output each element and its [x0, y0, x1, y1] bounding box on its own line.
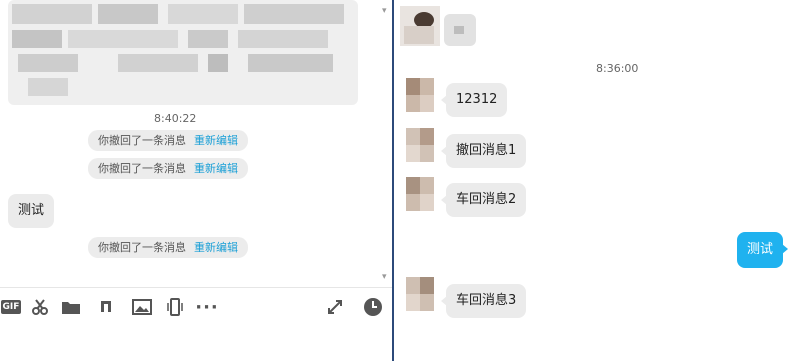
re-edit-link[interactable]: 重新编辑	[194, 134, 238, 147]
recall-text: 你撤回了一条消息	[98, 241, 186, 254]
avatar[interactable]	[400, 6, 440, 46]
avatar[interactable]	[406, 177, 434, 211]
re-edit-link[interactable]: 重新编辑	[194, 162, 238, 175]
blurred-message	[8, 0, 358, 105]
more-label: ···	[195, 296, 219, 318]
gif-icon[interactable]: GIF	[0, 296, 22, 318]
message-text: 12312	[456, 92, 498, 107]
message-text: 测试	[747, 242, 774, 257]
image-icon[interactable]	[131, 296, 153, 318]
left-chat-pane: ▾ 8:40:22 你撤回了一条消息 重新编辑 你撤回了一条消息 重新编辑 测试 你…	[0, 0, 392, 361]
message-bubble[interactable]: 撤回消息1	[441, 134, 527, 168]
clock-history-icon[interactable]	[362, 296, 384, 318]
folder-icon[interactable]	[60, 296, 82, 318]
right-timestamp: 8:36:00	[596, 62, 639, 75]
scroll-up-icon[interactable]: ▾	[382, 6, 387, 16]
re-edit-link[interactable]: 重新编辑	[194, 241, 238, 254]
left-timestamp: 8:40:22	[154, 112, 197, 125]
message-text: 测试	[18, 203, 45, 218]
more-icon[interactable]: ···	[195, 296, 219, 318]
music-note-icon[interactable]	[94, 296, 116, 318]
message-bubble[interactable]: 车回消息2	[441, 183, 527, 217]
message-bubble[interactable]: 12312	[441, 83, 508, 117]
toolbar-divider	[0, 287, 392, 288]
recall-notice: 你撤回了一条消息 重新编辑	[88, 158, 248, 179]
self-message-bubble[interactable]: 测试	[737, 232, 789, 268]
message-text: 车回消息3	[456, 293, 517, 308]
phone-vibrate-icon[interactable]	[164, 296, 186, 318]
scissors-icon[interactable]	[29, 296, 51, 318]
avatar[interactable]	[406, 78, 434, 112]
right-chat-pane: 8:36:00 12312 撤回消息1 车回消息2 测试 车回消息3	[394, 0, 793, 361]
avatar[interactable]	[406, 128, 434, 162]
message-text: 撤回消息1	[456, 143, 517, 158]
message-bubble[interactable]: 车回消息3	[441, 284, 527, 318]
recall-text: 你撤回了一条消息	[98, 134, 186, 147]
message-text: 车回消息2	[456, 192, 517, 207]
recall-text: 你撤回了一条消息	[98, 162, 186, 175]
recall-notice: 你撤回了一条消息 重新编辑	[88, 237, 248, 258]
message-bubble[interactable]: 测试	[8, 194, 55, 228]
scroll-down-icon[interactable]: ▾	[382, 272, 387, 282]
avatar[interactable]	[406, 277, 434, 311]
recall-notice: 你撤回了一条消息 重新编辑	[88, 130, 248, 151]
expand-icon[interactable]	[324, 296, 346, 318]
gif-label: GIF	[0, 300, 22, 314]
blurred-bubble	[444, 14, 476, 46]
